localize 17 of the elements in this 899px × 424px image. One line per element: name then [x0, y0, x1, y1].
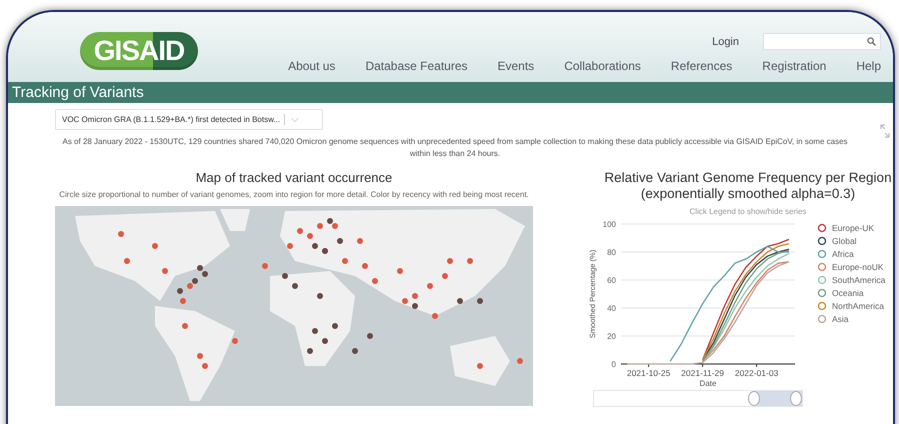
legend-hint: Click Legend to show/hide series — [690, 207, 806, 216]
x-tick-label: 2022-01-03 — [734, 368, 778, 378]
x-tick-label: 2021-10-25 — [626, 368, 670, 378]
y-tick-label: 60 — [607, 276, 616, 285]
x-axis-title: Date — [700, 379, 716, 386]
y-tick-label: 80 — [607, 248, 616, 257]
chart-title: Relative Variant Genome Frequency per Region — [604, 170, 892, 186]
x-tick-label: 2021-11-29 — [681, 368, 724, 378]
map-caption: Circle size proportional to number of variant genomes, zoom into region for more detail. Color by recency with red being most recent. — [59, 190, 529, 200]
chart-subtitle: (exponentially smoothed alpha=0.3) — [640, 186, 856, 202]
y-tick-label: 0 — [612, 360, 616, 369]
map-title: Map of tracked variant occurrence — [196, 170, 392, 185]
y-tick-label: 100 — [602, 220, 616, 229]
page-title-bar: Tracking of Variants — [8, 82, 893, 103]
summary-text: As of 28 January 2022 - 1530UTC, 129 countries shared 740,020 Omicron genome sequences with unprecedented speed from sample collection to making these data publicly accessible via GISAID EpiCoV, in some cases within less than 24 hours. — [61, 136, 849, 160]
y-tick-label: 20 — [607, 332, 616, 341]
y-tick-label: 40 — [607, 304, 616, 313]
